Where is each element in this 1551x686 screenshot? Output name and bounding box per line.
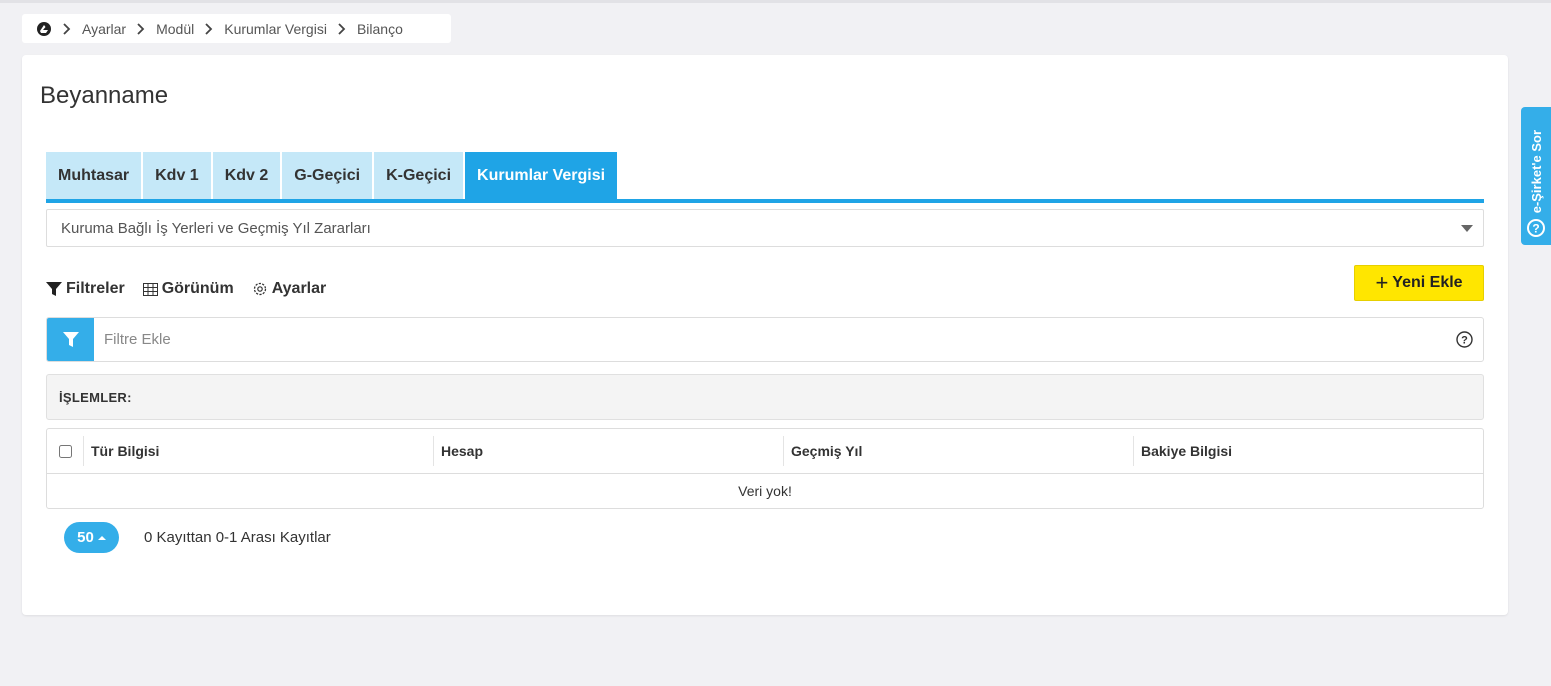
column-header-gecmis-yil[interactable]: Geçmiş Yıl [784, 436, 1134, 466]
category-select-value: Kuruma Bağlı İş Yerleri ve Geçmiş Yıl Za… [61, 219, 371, 237]
question-circle-icon: ? [1527, 219, 1545, 237]
svg-text:?: ? [1461, 335, 1468, 347]
chevron-right-icon [205, 22, 215, 35]
tab-kurumlar-vergisi[interactable]: Kurumlar Vergisi [465, 152, 618, 199]
top-border [0, 0, 1551, 3]
add-new-label: Yeni Ekle [1392, 274, 1463, 291]
add-new-button[interactable]: + Yeni Ekle [1354, 265, 1484, 301]
operations-bar: İŞLEMLER: [46, 374, 1484, 420]
caret-down-icon [1461, 225, 1473, 232]
filters-label: Filtreler [66, 280, 125, 297]
chevron-right-icon [338, 22, 348, 35]
column-header-hesap[interactable]: Hesap [434, 436, 784, 466]
tab-kdv-1[interactable]: Kdv 1 [143, 152, 211, 199]
help-circle-icon[interactable]: ? [1456, 331, 1473, 348]
ask-side-tab-label: e-Şirket'e Sor [1528, 129, 1544, 213]
tab-k-gecici[interactable]: K-Geçici [374, 152, 464, 199]
select-all-checkbox[interactable] [58, 444, 72, 458]
records-summary: 0 Kayıttan 0-1 Arası Kayıtlar [144, 529, 331, 546]
view-label: Görünüm [161, 280, 234, 297]
filter-input[interactable] [94, 318, 1456, 361]
breadcrumb-item-ayarlar[interactable]: Ayarlar [82, 21, 126, 37]
breadcrumb-item-bilanco[interactable]: Bilanço [357, 21, 403, 37]
data-table: Tür Bilgisi Hesap Geçmiş Yıl Bakiye Bilg… [46, 428, 1484, 509]
page-size-value: 50 [77, 529, 94, 546]
plus-icon: + [1375, 270, 1389, 295]
main-card: Beyanname Muhtasar Kdv 1 Kdv 2 G-Geçici … [22, 55, 1508, 615]
funnel-icon [62, 331, 79, 347]
page-size-button[interactable]: 50 [64, 522, 119, 553]
operations-label: İŞLEMLER: [59, 389, 132, 405]
svg-text:?: ? [1532, 222, 1539, 236]
column-header-bakiye-bilgisi[interactable]: Bakiye Bilgisi [1134, 436, 1483, 466]
chevron-right-icon [137, 22, 147, 35]
column-header-tur-bilgisi[interactable]: Tür Bilgisi [84, 436, 434, 466]
tab-kdv-2[interactable]: Kdv 2 [212, 152, 281, 199]
table-header: Tür Bilgisi Hesap Geçmiş Yıl Bakiye Bilg… [47, 429, 1483, 474]
ask-side-tab[interactable]: e-Şirket'e Sor ? [1521, 107, 1551, 245]
category-select[interactable]: Kuruma Bağlı İş Yerleri ve Geçmiş Yıl Za… [46, 209, 1484, 247]
page-title: Beyanname [40, 82, 169, 109]
breadcrumb-item-kurumlar-vergisi[interactable]: Kurumlar Vergisi [224, 21, 327, 37]
settings-label: Ayarlar [271, 280, 327, 297]
caret-up-icon [97, 535, 106, 540]
table-grid-icon [142, 282, 158, 296]
funnel-icon [46, 281, 62, 296]
toolbar: Filtreler Görünüm Ayarlar [46, 277, 344, 301]
empty-message: Veri yok! [738, 483, 792, 499]
breadcrumb-item-modul[interactable]: Modül [156, 21, 194, 37]
filters-button[interactable]: Filtreler [46, 280, 125, 298]
home-icon[interactable] [36, 21, 52, 37]
gear-icon [253, 282, 266, 296]
chevron-right-icon [63, 22, 73, 35]
select-all-cell [47, 436, 84, 466]
tab-g-gecici[interactable]: G-Geçici [282, 152, 373, 199]
view-button[interactable]: Görünüm [142, 280, 234, 298]
filter-toggle-button[interactable] [47, 318, 94, 361]
breadcrumb: Ayarlar Modül Kurumlar Vergisi Bilanço [22, 14, 451, 43]
tab-bar: Muhtasar Kdv 1 Kdv 2 G-Geçici K-Geçici K… [46, 152, 1484, 203]
settings-button[interactable]: Ayarlar [252, 280, 327, 298]
filter-bar: ? [46, 317, 1484, 362]
tab-muhtasar[interactable]: Muhtasar [46, 152, 142, 199]
